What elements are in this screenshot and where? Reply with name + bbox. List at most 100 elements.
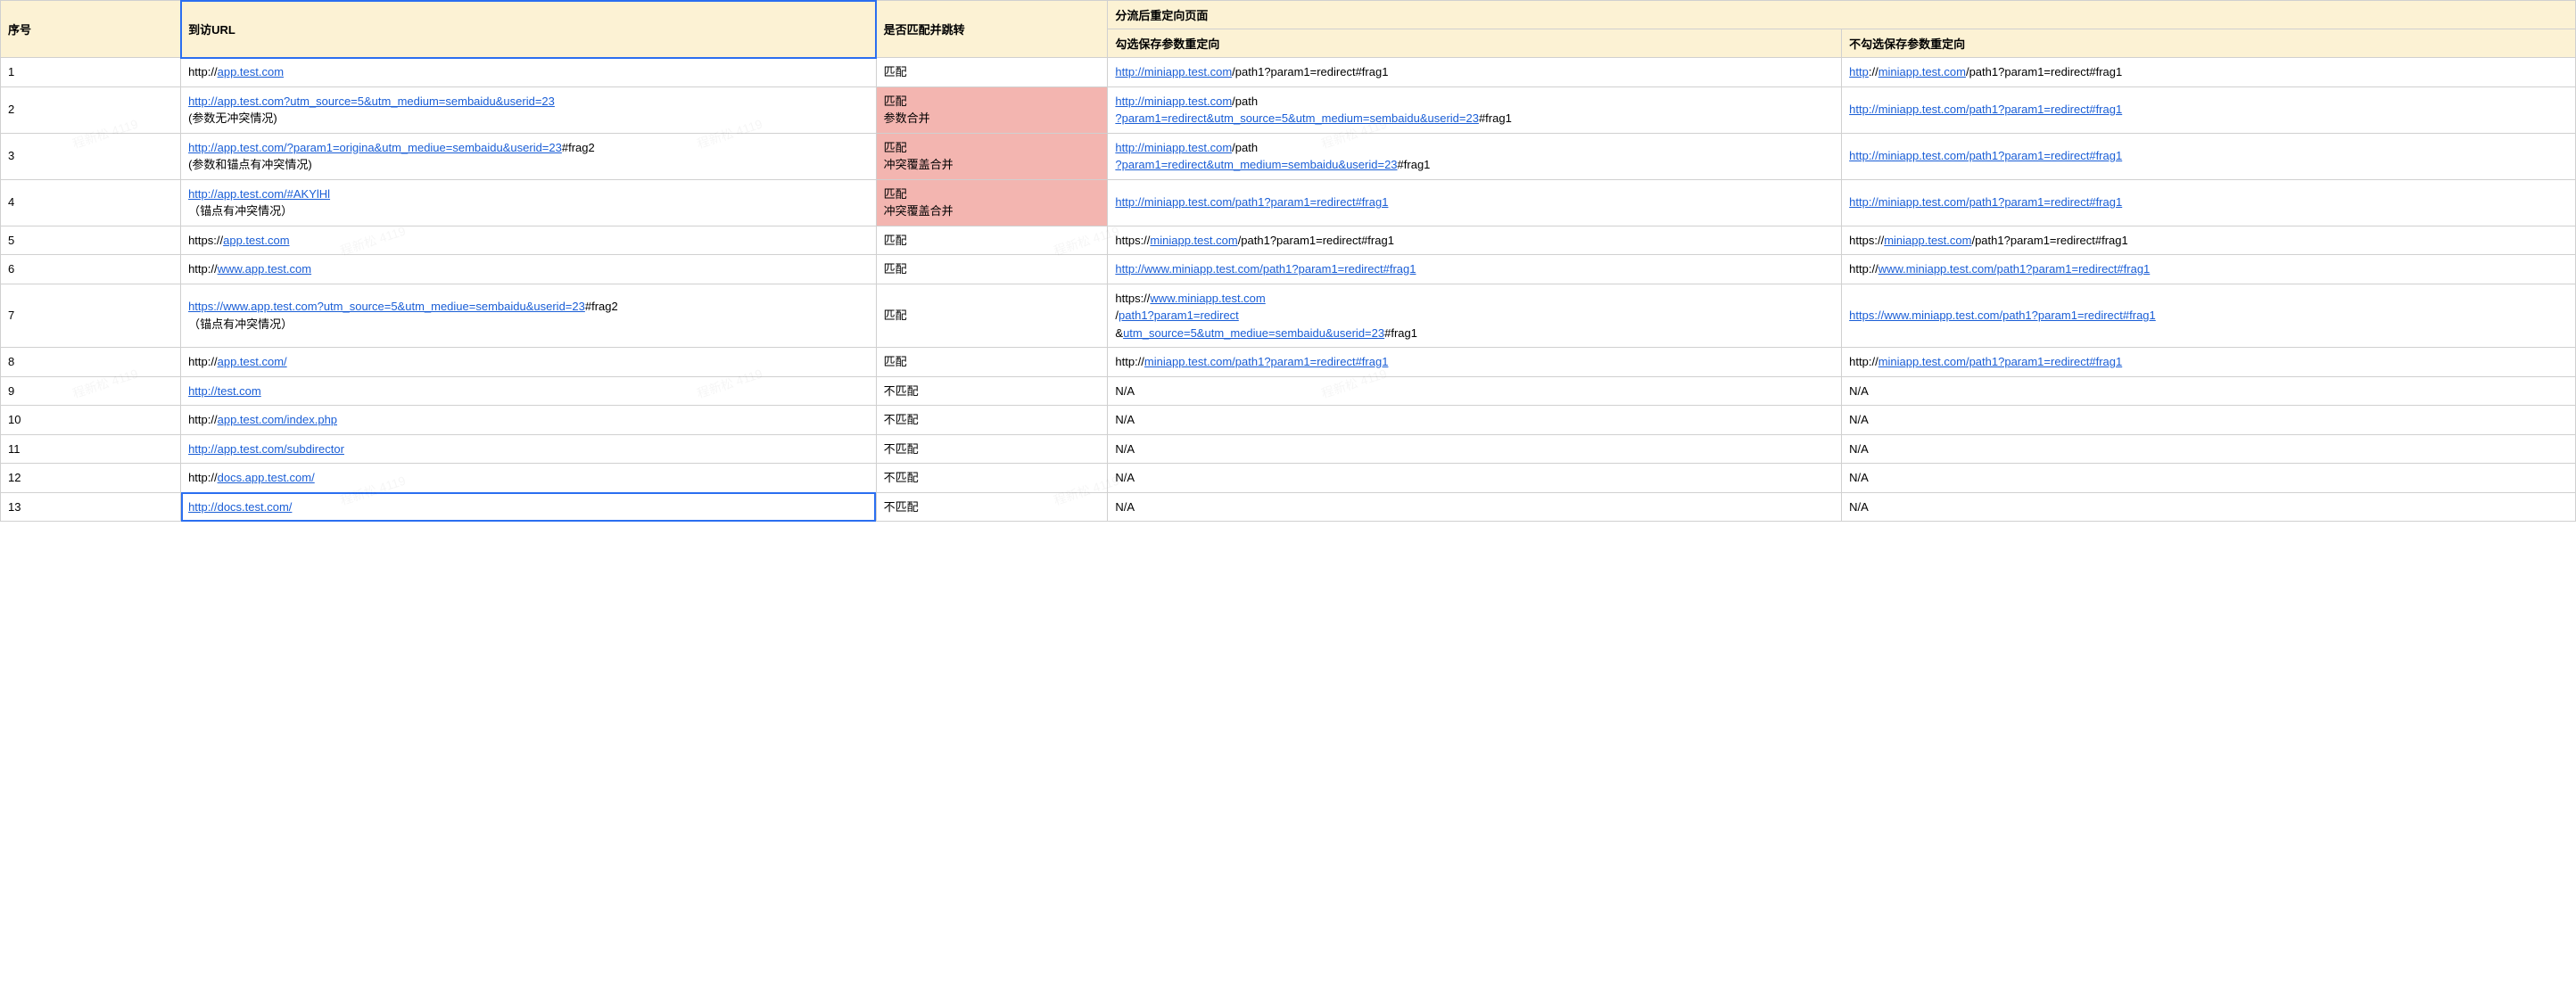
redirect-nokeep-text: /path1?param1=redirect#frag1 xyxy=(1966,65,2122,78)
redirect-keep-text: & xyxy=(1115,326,1123,340)
cell-redirect-keep: http://miniapp.test.com/path1?param1=red… xyxy=(1108,58,1842,87)
cell-seq: 8 xyxy=(1,348,181,377)
redirect-nokeep-link[interactable]: http xyxy=(1849,65,1869,78)
cell-redirect-nokeep: http://miniapp.test.com/path1?param1=red… xyxy=(1842,133,2576,179)
cell-seq: 4 xyxy=(1,179,181,226)
redirect-nokeep-text: http:// xyxy=(1849,262,1878,276)
cell-match: 匹配 xyxy=(876,58,1108,87)
url-text: (参数和锚点有冲突情况) xyxy=(188,158,312,171)
url-link[interactable]: www.app.test.com xyxy=(218,262,312,276)
match-text: 匹配 xyxy=(884,141,907,154)
match-text: 不匹配 xyxy=(884,500,919,514)
table-row: 10http://app.test.com/index.php不匹配N/AN/A xyxy=(1,406,2576,435)
cell-url: http://app.test.com xyxy=(181,58,876,87)
url-link[interactable]: http://app.test.com?utm_source=5&utm_med… xyxy=(188,95,555,108)
table-row: 1http://app.test.com匹配http://miniapp.tes… xyxy=(1,58,2576,87)
match-text: 匹配 xyxy=(884,309,907,322)
cell-url: http://app.test.com/subdirector xyxy=(181,434,876,464)
cell-seq: 1 xyxy=(1,58,181,87)
url-text: https:// xyxy=(188,234,223,247)
redirect-keep-link[interactable]: path1?param1=redirect xyxy=(1119,309,1239,322)
cell-url: http://test.com xyxy=(181,376,876,406)
cell-seq: 11 xyxy=(1,434,181,464)
url-link[interactable]: http://app.test.com/#AKYlHl xyxy=(188,187,330,201)
url-link[interactable]: https://www.app.test.com?utm_source=5&ut… xyxy=(188,300,585,313)
cell-url: https://www.app.test.com?utm_source=5&ut… xyxy=(181,284,876,348)
table-row: 8http://app.test.com/匹配http://miniapp.te… xyxy=(1,348,2576,377)
header-url: 到访URL xyxy=(181,1,876,58)
redirect-nokeep-link[interactable]: miniapp.test.com/path1?param1=redirect#f… xyxy=(1878,355,2123,368)
match-text: 参数合并 xyxy=(884,111,930,125)
cell-redirect-keep: N/A xyxy=(1108,492,1842,522)
url-link[interactable]: app.test.com xyxy=(218,65,284,78)
cell-redirect-keep: https://miniapp.test.com/path1?param1=re… xyxy=(1108,226,1842,255)
cell-match: 不匹配 xyxy=(876,492,1108,522)
redirect-nokeep-text: N/A xyxy=(1849,442,1869,456)
url-link[interactable]: app.test.com xyxy=(223,234,289,247)
url-link[interactable]: http://docs.test.com/ xyxy=(188,500,292,514)
match-text: 匹配 xyxy=(884,234,907,247)
cell-match: 匹配冲突覆盖合并 xyxy=(876,133,1108,179)
cell-redirect-nokeep: http://miniapp.test.com/path1?param1=red… xyxy=(1842,58,2576,87)
cell-match: 匹配 xyxy=(876,255,1108,284)
redirect-nokeep-text: N/A xyxy=(1849,471,1869,484)
redirect-keep-text: N/A xyxy=(1115,384,1135,398)
url-link[interactable]: docs.app.test.com/ xyxy=(218,471,315,484)
cell-redirect-keep: http://miniapp.test.com/path1?param1=red… xyxy=(1108,348,1842,377)
cell-redirect-nokeep: https://miniapp.test.com/path1?param1=re… xyxy=(1842,226,2576,255)
redirect-keep-text: N/A xyxy=(1115,413,1135,426)
url-link[interactable]: app.test.com/ xyxy=(218,355,287,368)
cell-redirect-keep: http://miniapp.test.com/path?param1=redi… xyxy=(1108,86,1842,133)
redirect-keep-link[interactable]: http://miniapp.test.com xyxy=(1115,65,1232,78)
cell-match: 匹配 xyxy=(876,348,1108,377)
header-redirect-keep: 勾选保存参数重定向 xyxy=(1108,29,1842,58)
table-row: 2 http://app.test.com?utm_source=5&utm_me… xyxy=(1,86,2576,133)
cell-seq: 3 xyxy=(1,133,181,179)
cell-url: http://docs.app.test.com/ xyxy=(181,464,876,493)
cell-url: http://docs.test.com/ xyxy=(181,492,876,522)
redirect-keep-link[interactable]: http://miniapp.test.com xyxy=(1115,141,1232,154)
url-text: （锚点有冲突情况） xyxy=(188,317,293,331)
cell-seq: 2 xyxy=(1,86,181,133)
cell-redirect-keep: https://www.miniapp.test.com/path1?param… xyxy=(1108,284,1842,348)
cell-match: 不匹配 xyxy=(876,434,1108,464)
redirect-keep-link[interactable]: ?param1=redirect&utm_source=5&utm_medium… xyxy=(1115,111,1479,125)
redirect-keep-text: https:// xyxy=(1115,234,1150,247)
redirect-nokeep-link[interactable]: http://miniapp.test.com/path1?param1=red… xyxy=(1849,103,2122,116)
cell-seq: 12 xyxy=(1,464,181,493)
redirect-keep-link[interactable]: utm_source=5&utm_mediue=sembaidu&userid=… xyxy=(1123,326,1384,340)
redirect-keep-link[interactable]: miniapp.test.com xyxy=(1150,234,1237,247)
cell-match: 匹配 参数合并 xyxy=(876,86,1108,133)
url-text: http:// xyxy=(188,262,218,276)
cell-redirect-keep: http://www.miniapp.test.com/path1?param1… xyxy=(1108,255,1842,284)
cell-match: 匹配 xyxy=(876,284,1108,348)
redirect-keep-link[interactable]: www.miniapp.test.com xyxy=(1150,292,1265,305)
table-row: 12http://docs.app.test.com/不匹配N/AN/A xyxy=(1,464,2576,493)
redirect-nokeep-text: :// xyxy=(1869,65,1878,78)
redirect-keep-link[interactable]: http://miniapp.test.com xyxy=(1115,95,1232,108)
redirect-keep-text: #frag1 xyxy=(1479,111,1512,125)
redirect-rules-table: 序号 到访URL 是否匹配并跳转 分流后重定向页面 勾选保存参数重定向 不勾选保… xyxy=(0,0,2576,522)
table-row: 7https://www.app.test.com?utm_source=5&u… xyxy=(1,284,2576,348)
url-text: (参数无冲突情况) xyxy=(188,111,277,125)
redirect-keep-link[interactable]: miniapp.test.com/path1?param1=redirect#f… xyxy=(1144,355,1389,368)
redirect-nokeep-link[interactable]: http://miniapp.test.com/path1?param1=red… xyxy=(1849,149,2122,162)
url-link[interactable]: http://app.test.com/?param1=origina&utm_… xyxy=(188,141,562,154)
redirect-keep-link[interactable]: ?param1=redirect&utm_medium=sembaidu&use… xyxy=(1115,158,1397,171)
redirect-keep-text: http:// xyxy=(1115,355,1144,368)
redirect-nokeep-link[interactable]: www.miniapp.test.com/path1?param1=redire… xyxy=(1878,262,2151,276)
redirect-keep-text: /path1?param1=redirect#frag1 xyxy=(1238,234,1394,247)
url-link[interactable]: http://test.com xyxy=(188,384,261,398)
cell-match: 不匹配 xyxy=(876,376,1108,406)
redirect-keep-link[interactable]: http://miniapp.test.com/path1?param1=red… xyxy=(1115,195,1388,209)
redirect-nokeep-link[interactable]: miniapp.test.com xyxy=(1884,234,1971,247)
redirect-nokeep-link[interactable]: miniapp.test.com xyxy=(1878,65,1966,78)
redirect-nokeep-link[interactable]: http://miniapp.test.com/path1?param1=red… xyxy=(1849,195,2122,209)
cell-redirect-nokeep: http://miniapp.test.com/path1?param1=red… xyxy=(1842,348,2576,377)
match-text: 不匹配 xyxy=(884,471,919,484)
url-link[interactable]: http://app.test.com/subdirector xyxy=(188,442,344,456)
redirect-nokeep-link[interactable]: https://www.miniapp.test.com/path1?param… xyxy=(1849,309,2156,322)
redirect-nokeep-text: N/A xyxy=(1849,413,1869,426)
redirect-keep-link[interactable]: http://www.miniapp.test.com/path1?param1… xyxy=(1115,262,1416,276)
url-link[interactable]: app.test.com/index.php xyxy=(218,413,337,426)
